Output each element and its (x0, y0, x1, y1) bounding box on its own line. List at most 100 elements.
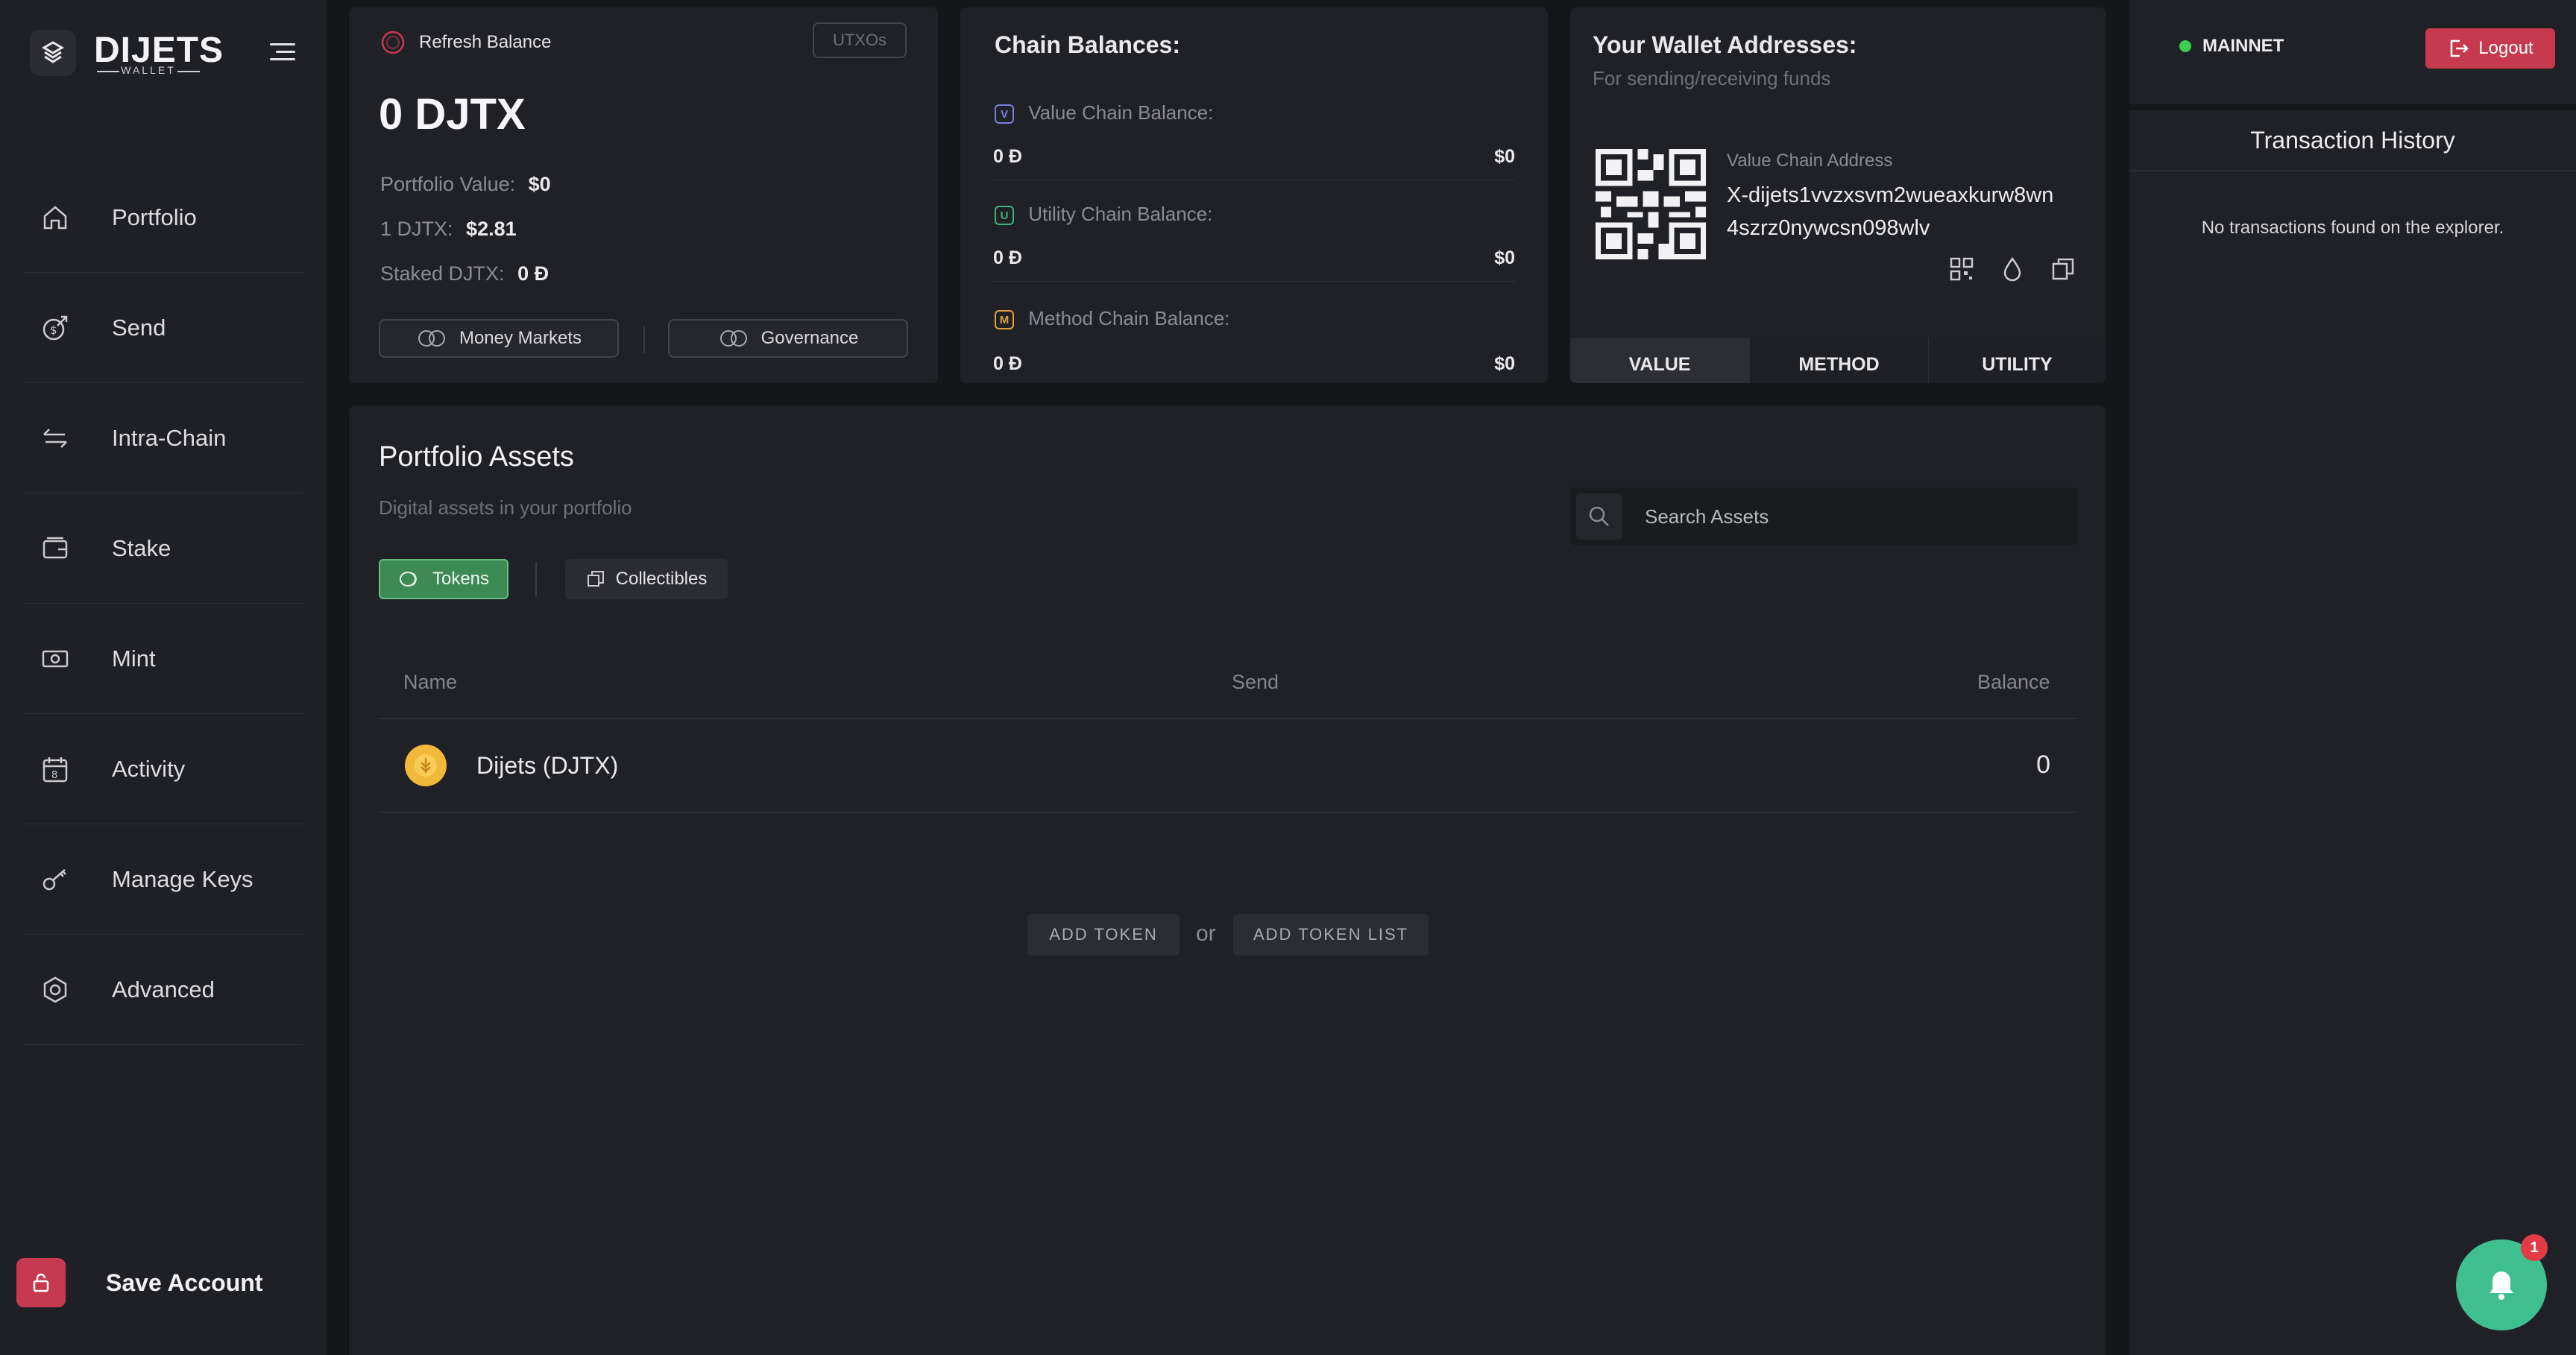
qr-code (1596, 149, 1706, 259)
sidebar-item-mint[interactable]: Mint (24, 604, 303, 714)
sidebar-item-label: Send (112, 314, 166, 341)
sidebar-item-portfolio[interactable]: Portfolio (24, 162, 303, 273)
chain-usd: $0 (1494, 247, 1515, 268)
chain-label-row: M Method Chain Balance: (995, 307, 1230, 330)
collectibles-label: Collectibles (615, 569, 708, 589)
utxos-button[interactable]: UTXOs (813, 22, 907, 58)
divider (535, 562, 537, 596)
price-value: $2.81 (466, 218, 517, 240)
chain-label-row: V Value Chain Balance: (995, 101, 1213, 124)
transfer-arrows-icon (39, 422, 72, 455)
refresh-balance-button[interactable]: Refresh Balance (380, 30, 551, 55)
assets-subtitle: Digital assets in your portfolio (379, 496, 632, 519)
qr-code-icon[interactable] (1949, 256, 1974, 282)
faucet-drop-icon[interactable] (2000, 256, 2025, 282)
sidebar-item-activity[interactable]: 8 Activity (24, 714, 303, 824)
add-token-list-button[interactable]: ADD TOKEN LIST (1233, 914, 1429, 956)
notification-count-badge: 1 (2521, 1234, 2548, 1261)
transaction-history-empty: No transactions found on the explorer. (2201, 218, 2504, 238)
menu-toggle-icon[interactable] (270, 43, 295, 66)
sidebar-item-label: Intra-Chain (112, 424, 227, 451)
chain-usd: $0 (1494, 146, 1515, 167)
tab-utility[interactable]: UTILITY (1928, 338, 2106, 383)
brand-sub: WALLET (94, 64, 203, 76)
address-line-2: 4szrz0nywcsn098wlv (1727, 216, 1930, 240)
refresh-icon (381, 31, 405, 54)
wallet-title: Your Wallet Addresses: (1593, 31, 1857, 58)
sidebar: DIJETS WALLET Portfolio $ Send Intra-Cha… (0, 0, 327, 1355)
address-line-1: X-dijets1vvzxsvm2wueaxkurw8wn (1727, 183, 2054, 207)
column-header-send: Send (1232, 671, 1279, 693)
sidebar-item-intra-chain[interactable]: Intra-Chain (24, 383, 303, 493)
add-token-button[interactable]: ADD TOKEN (1027, 914, 1180, 956)
chain-label: Utility Chain Balance: (1028, 203, 1213, 225)
money-markets-button[interactable]: Money Markets (379, 319, 619, 358)
search-assets-field[interactable]: Search Assets (1570, 487, 2077, 546)
chain-balances-title: Chain Balances: (995, 31, 1180, 58)
sidebar-item-label: Mint (112, 645, 156, 672)
utility-chain-badge: U (995, 206, 1014, 226)
network-label: MAINNET (2202, 36, 2284, 56)
save-account-button[interactable]: Save Account (16, 1257, 315, 1309)
column-header-balance: Balance (1977, 671, 2050, 693)
hexagon-settings-icon (39, 973, 72, 1006)
or-label: or (1196, 921, 1216, 946)
table-row[interactable]: Dijets (DJTX) 0 (379, 719, 2077, 813)
key-icon (39, 863, 72, 896)
token-name: Dijets (DJTX) (476, 752, 619, 779)
sidebar-item-label: Advanced (112, 976, 215, 1002)
governance-button[interactable]: Governance (668, 319, 908, 358)
network-status-dot (2179, 40, 2191, 52)
value-chain-badge: V (995, 104, 1014, 124)
governance-label: Governance (760, 328, 859, 348)
portfolio-assets-card: Portfolio Assets Digital assets in your … (349, 405, 2106, 1355)
staked-row: Staked DJTX: 0 Đ (380, 262, 549, 285)
wallet-addresses-card: Your Wallet Addresses: For sending/recei… (1570, 7, 2106, 383)
chain-label: Method Chain Balance: (1028, 307, 1230, 329)
save-account-label: Save Account (106, 1269, 263, 1296)
sidebar-item-stake[interactable]: Stake (24, 493, 303, 604)
sidebar-item-advanced[interactable]: Advanced (24, 935, 303, 1045)
address-label: Value Chain Address (1727, 151, 1893, 171)
total-balance: 0 DJTX (379, 90, 526, 139)
chain-row-utility: U Utility Chain Balance: 0 Đ $0 (993, 191, 1515, 282)
bell-icon (2490, 1272, 2513, 1300)
transaction-history-title: Transaction History (2129, 110, 2576, 171)
assets-title: Portfolio Assets (379, 441, 574, 473)
search-input[interactable]: Search Assets (1645, 505, 1769, 528)
calendar-icon: 8 (39, 753, 72, 786)
chain-row-method: M Method Chain Balance: 0 Đ $0 (993, 295, 1515, 377)
chain-amount: 0 Đ (993, 146, 1022, 167)
logout-button[interactable]: Logout (2425, 28, 2555, 69)
tab-collectibles[interactable]: Collectibles (565, 559, 728, 599)
chain-usd: $0 (1494, 353, 1515, 374)
sidebar-item-label: Stake (112, 534, 171, 561)
divider (643, 326, 645, 353)
chain-label: Value Chain Balance: (1028, 101, 1214, 124)
chain-label-row: U Utility Chain Balance: (995, 203, 1212, 226)
chain-row-value: V Value Chain Balance: 0 Đ $0 (993, 89, 1515, 180)
sidebar-item-send[interactable]: $ Send (24, 273, 303, 383)
chain-amount: 0 Đ (993, 247, 1022, 268)
home-icon (39, 201, 72, 234)
portfolio-value-label: Portfolio Value: (380, 173, 516, 195)
copy-icon[interactable] (2050, 256, 2076, 282)
logout-label: Logout (2478, 38, 2534, 58)
collectibles-icon (587, 571, 604, 587)
staked-value: 0 Đ (517, 262, 549, 285)
portfolio-value: $0 (528, 173, 551, 195)
tab-method[interactable]: METHOD (1749, 338, 1928, 383)
balance-card: Refresh Balance UTXOs 0 DJTX Portfolio V… (349, 7, 938, 383)
money-markets-label: Money Markets (459, 328, 582, 348)
transaction-history-panel: Transaction History No transactions foun… (2129, 110, 2576, 1355)
tab-value[interactable]: VALUE (1570, 338, 1749, 383)
column-header-name: Name (403, 671, 458, 693)
sidebar-item-label: Activity (112, 755, 186, 782)
tokens-icon (399, 572, 417, 587)
lock-icon (16, 1258, 66, 1307)
tab-tokens[interactable]: Tokens (379, 559, 508, 599)
coins-icon (418, 330, 445, 347)
sidebar-item-label: Manage Keys (112, 865, 253, 892)
sidebar-item-manage-keys[interactable]: Manage Keys (24, 824, 303, 935)
sidebar-item-label: Portfolio (112, 203, 197, 230)
